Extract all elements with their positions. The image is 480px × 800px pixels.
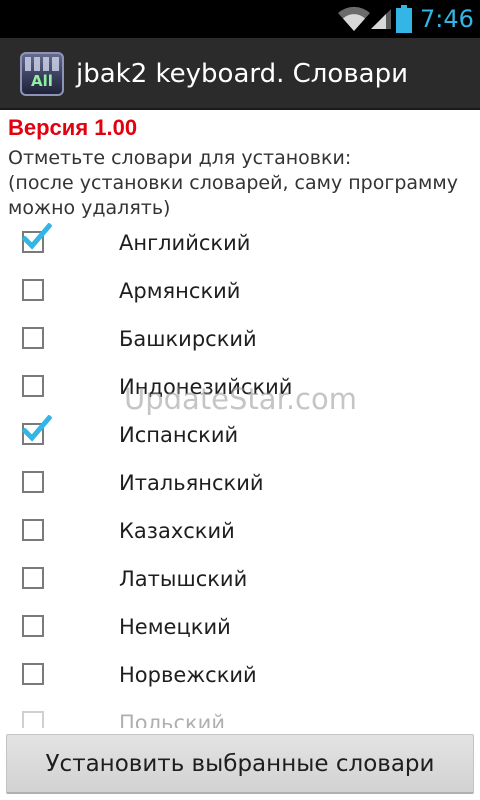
dictionary-list: Английский Армянский Башкирский Индонези… <box>0 220 480 740</box>
page-title: jbak2 keyboard. Словари <box>76 59 408 89</box>
wifi-icon <box>338 6 370 31</box>
dictionary-row-indonesian[interactable]: Индонезийский <box>0 364 480 412</box>
status-bar: 7:46 <box>0 0 480 38</box>
dictionary-label: Итальянский <box>119 471 264 495</box>
signal-icon <box>371 9 391 29</box>
instructions-line-2: (после установки словарей, саму программ… <box>8 172 458 194</box>
checkmark-icon <box>22 223 52 250</box>
dictionary-label: Английский <box>119 231 251 255</box>
dictionary-row-spanish[interactable]: Испанский <box>0 412 480 460</box>
dictionary-label: Латышский <box>119 567 248 591</box>
dictionary-row-kazakh[interactable]: Казахский <box>0 508 480 556</box>
dictionary-row-norwegian[interactable]: Норвежский <box>0 652 480 700</box>
dictionary-row-latvian[interactable]: Латышский <box>0 556 480 604</box>
dictionary-label: Башкирский <box>119 327 257 351</box>
instructions-line-3: можно удалять) <box>8 197 171 219</box>
checkbox-english[interactable] <box>22 223 52 253</box>
checkbox-bashkir[interactable] <box>22 327 44 349</box>
checkbox-norwegian[interactable] <box>22 663 44 685</box>
dictionary-label: Немецкий <box>119 615 231 639</box>
keyboard-keys-icon <box>25 57 59 71</box>
version-label: Версия 1.00 <box>8 115 138 140</box>
app-icon-label: All <box>31 72 53 90</box>
checkbox-kazakh[interactable] <box>22 519 44 541</box>
bottom-bar: Установить выбранные словари <box>0 728 480 800</box>
dictionary-row-german[interactable]: Немецкий <box>0 604 480 652</box>
instructions-text: Отметьте словари для установки: (после у… <box>8 146 478 221</box>
checkbox-italian[interactable] <box>22 471 44 493</box>
app-keyboard-icon[interactable]: All <box>20 52 64 96</box>
checkbox-latvian[interactable] <box>22 567 44 589</box>
dictionary-label: Испанский <box>119 423 239 447</box>
dictionary-row-bashkir[interactable]: Башкирский <box>0 316 480 364</box>
battery-icon <box>396 5 412 33</box>
dictionary-row-italian[interactable]: Итальянский <box>0 460 480 508</box>
checkbox-spanish[interactable] <box>22 415 52 445</box>
dictionary-row-armenian[interactable]: Армянский <box>0 268 480 316</box>
checkbox-indonesian[interactable] <box>22 375 44 397</box>
dictionary-label: Индонезийский <box>119 375 293 399</box>
dictionary-label: Норвежский <box>119 663 257 687</box>
dictionary-row-english[interactable]: Английский <box>0 220 480 268</box>
checkbox-german[interactable] <box>22 615 44 637</box>
checkbox-armenian[interactable] <box>22 279 44 301</box>
checkmark-icon <box>22 415 52 442</box>
dictionary-label: Армянский <box>119 279 241 303</box>
install-dictionaries-button[interactable]: Установить выбранные словари <box>6 734 474 794</box>
action-bar: All jbak2 keyboard. Словари <box>0 38 480 110</box>
dictionary-label: Казахский <box>119 519 235 543</box>
status-clock: 7:46 <box>420 5 474 33</box>
instructions-line-1: Отметьте словари для установки: <box>8 147 352 169</box>
